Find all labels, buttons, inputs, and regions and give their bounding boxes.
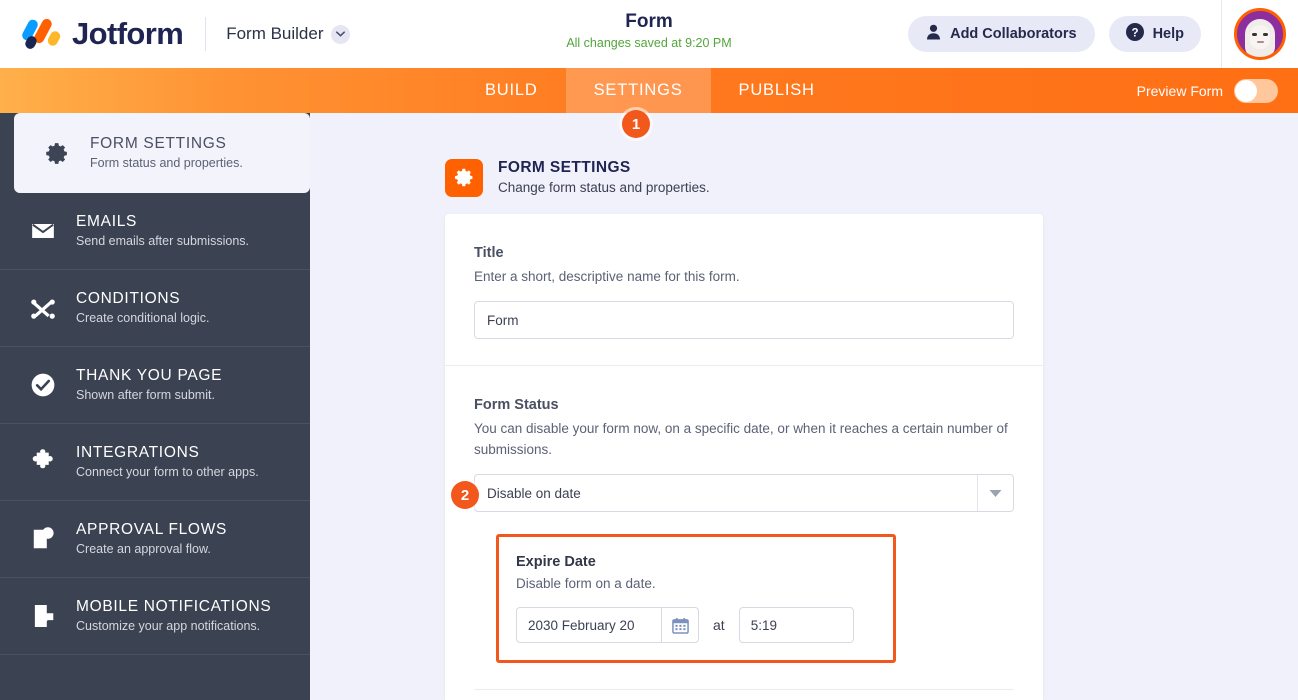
title-label: Title (474, 245, 504, 261)
sidebar-item-subtitle: Customize your app notifications. (76, 619, 261, 633)
help-label: Help (1152, 26, 1184, 42)
at-label: at (713, 617, 725, 633)
expire-time-input[interactable] (738, 607, 854, 643)
help-button[interactable]: ? Help (1108, 16, 1201, 52)
expire-date-description: Disable form on a date. (516, 576, 656, 591)
sidebar-item-approval-flows[interactable]: APPROVAL FLOWS Create an approval flow. (0, 501, 310, 578)
top-header-bar: Jotform Form Builder Form All changes sa… (0, 0, 1298, 68)
main-content-area: FORM SETTINGS Change form status and pro… (310, 113, 1298, 700)
section-title: FORM SETTINGS (498, 159, 631, 176)
settings-card: Title Enter a short, descriptive name fo… (445, 214, 1043, 700)
document-check-icon (28, 526, 58, 552)
question-circle-icon: ? (1125, 23, 1144, 45)
jotform-logo-icon (20, 17, 62, 51)
preview-form-control: Preview Form (1137, 68, 1298, 113)
header-actions: Add Collaborators ? Help (908, 0, 1298, 68)
form-settings-header: FORM SETTINGS Change form status and pro… (445, 158, 1298, 197)
sidebar-item-subtitle: Create an approval flow. (76, 542, 211, 556)
envelope-icon (28, 218, 58, 244)
title-section: Title Enter a short, descriptive name fo… (445, 214, 1043, 365)
sidebar-item-label: MOBILE NOTIFICATIONS (76, 598, 272, 615)
form-title-input[interactable] (474, 301, 1014, 339)
section-subtitle: Change form status and properties. (498, 180, 710, 195)
card-section-divider (474, 689, 1014, 690)
jotform-logo[interactable]: Jotform (20, 16, 184, 52)
header-divider-right (1221, 0, 1222, 68)
header-divider (205, 17, 207, 51)
jotform-logo-text: Jotform (72, 16, 184, 51)
chevron-down-icon (330, 24, 350, 44)
triangle-down-icon[interactable] (977, 475, 1013, 511)
puzzle-piece-icon (28, 449, 58, 475)
expire-date-panel: Expire Date Disable form on a date. 2030… (496, 534, 896, 663)
sidebar-item-form-settings[interactable]: FORM SETTINGS Form status and properties… (14, 113, 310, 193)
product-switcher-label: Form Builder (226, 24, 324, 43)
sidebar-item-conditions[interactable]: CONDITIONS Create conditional logic. (0, 270, 310, 347)
step-badge-1: 1 (622, 110, 650, 138)
sidebar-item-thank-you-page[interactable]: THANK YOU PAGE Shown after form submit. (0, 347, 310, 424)
expire-date-label: Expire Date (516, 554, 596, 570)
sidebar-item-subtitle: Form status and properties. (90, 156, 243, 170)
check-circle-icon (28, 372, 58, 398)
sidebar-item-subtitle: Shown after form submit. (76, 388, 215, 402)
sidebar-item-subtitle: Send emails after submissions. (76, 234, 249, 248)
gear-icon (42, 141, 72, 166)
calendar-icon[interactable] (661, 607, 699, 643)
preview-form-toggle[interactable] (1234, 78, 1278, 103)
sidebar-item-label: APPROVAL FLOWS (76, 521, 228, 538)
expire-date-controls: at (516, 607, 876, 643)
add-collaborators-button[interactable]: Add Collaborators (908, 16, 1095, 52)
toggle-knob (1235, 79, 1257, 102)
form-status-label: Form Status (474, 397, 559, 413)
sidebar-item-label: EMAILS (76, 213, 138, 230)
sidebar-item-label: FORM SETTINGS (90, 135, 227, 152)
tab-publish[interactable]: PUBLISH (711, 68, 843, 113)
title-description: Enter a short, descriptive name for this… (474, 269, 740, 284)
form-status-description: You can disable your form now, on a spec… (474, 421, 1008, 457)
sidebar-item-emails[interactable]: EMAILS Send emails after submissions. (0, 193, 310, 270)
settings-sidebar: FORM SETTINGS Form status and properties… (0, 113, 310, 700)
gear-icon (445, 158, 483, 197)
person-icon (926, 24, 941, 44)
form-status-selected-value: Disable on date (487, 485, 581, 501)
avatar[interactable] (1234, 8, 1286, 60)
sidebar-item-label: THANK YOU PAGE (76, 367, 223, 384)
sidebar-item-subtitle: Create conditional logic. (76, 311, 210, 325)
tab-build[interactable]: BUILD (457, 68, 566, 113)
preview-form-label: Preview Form (1136, 82, 1223, 99)
nav-tabs: BUILD SETTINGS PUBLISH (457, 68, 843, 113)
svg-text:?: ? (1131, 27, 1138, 39)
sidebar-item-label: INTEGRATIONS (76, 444, 200, 461)
step-badge-2: 2 (451, 481, 479, 509)
user-avatar-icon (1243, 17, 1277, 57)
sidebar-item-subtitle: Connect your form to other apps. (76, 465, 259, 479)
form-status-select[interactable]: Disable on date (474, 474, 1014, 512)
sidebar-item-mobile-notifications[interactable]: MOBILE NOTIFICATIONS Customize your app … (0, 578, 310, 655)
tab-settings[interactable]: SETTINGS (565, 68, 711, 113)
expire-date-input[interactable] (516, 607, 661, 643)
add-collaborators-label: Add Collaborators (950, 26, 1077, 42)
sidebar-item-integrations[interactable]: INTEGRATIONS Connect your form to other … (0, 424, 310, 501)
main-navigation-bar: BUILD SETTINGS PUBLISH Preview Form (0, 68, 1298, 113)
mobile-phone-icon (28, 603, 58, 629)
sidebar-item-label: CONDITIONS (76, 290, 181, 307)
shuffle-icon (28, 295, 58, 321)
product-switcher[interactable]: Form Builder (226, 24, 350, 44)
form-status-section: Form Status You can disable your form no… (445, 365, 1043, 689)
